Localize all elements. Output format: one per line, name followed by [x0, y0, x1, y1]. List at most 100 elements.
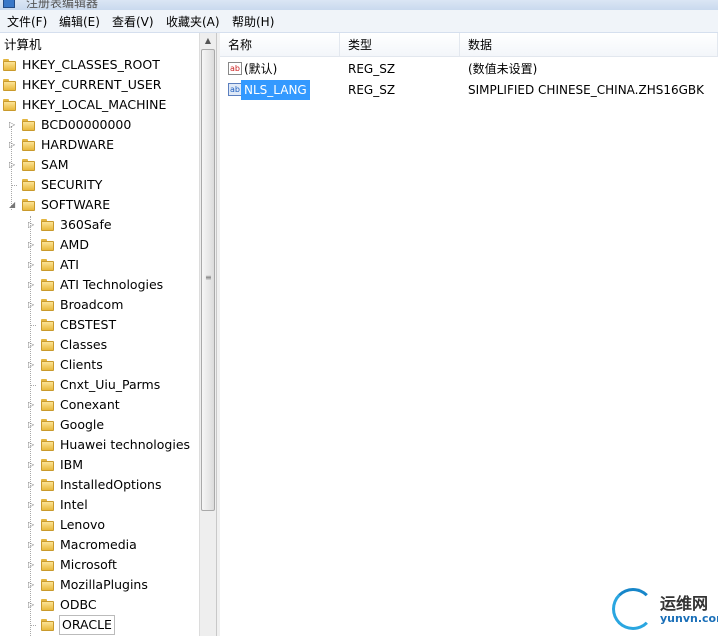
collapsed-arrow-icon[interactable]: ▷ [28, 536, 34, 554]
scrollbar-thumb[interactable]: ≡ [201, 49, 215, 511]
tree-key-label: AMD [60, 237, 89, 252]
string-value-icon: ab [228, 62, 242, 75]
tree-key[interactable]: ▷ Conexant [0, 396, 199, 414]
collapsed-arrow-icon[interactable]: ▷ [28, 456, 34, 474]
tree-scrollbar[interactable]: ▲ ≡ [199, 33, 216, 636]
tree-key[interactable]: ▷ BCD00000000 [0, 116, 199, 134]
collapsed-arrow-icon[interactable]: ▷ [28, 356, 34, 374]
collapsed-arrow-icon[interactable]: ▷ [28, 416, 34, 434]
watermark-logo: 运维网 yunvn.com [608, 586, 718, 636]
value-name: NLS_LANG [241, 80, 310, 100]
tree-key[interactable]: ▷ InstalledOptions [0, 476, 199, 494]
tree-key[interactable]: Cnxt_Uiu_Parms [0, 376, 199, 394]
tree-guide-line [30, 625, 36, 626]
value-type: REG_SZ [348, 62, 396, 76]
collapsed-arrow-icon[interactable]: ▷ [28, 476, 34, 494]
menu-file[interactable]: 文件(F) [7, 13, 47, 30]
collapsed-arrow-icon[interactable]: ▷ [28, 436, 34, 454]
tree-key-label: HKEY_CURRENT_USER [22, 77, 162, 92]
tree-key-label: SECURITY [41, 177, 103, 192]
collapsed-arrow-icon[interactable]: ▷ [28, 276, 34, 294]
tree-key-label: IBM [60, 457, 84, 472]
folder-icon [3, 79, 16, 91]
tree-key[interactable]: ▷ SAM [0, 156, 199, 174]
tree-key[interactable]: ORACLE [0, 615, 199, 635]
collapsed-arrow-icon[interactable]: ▷ [28, 596, 34, 614]
tree-key[interactable]: ▷ ATI [0, 256, 199, 274]
tree-key[interactable]: ▷ ODBC [0, 596, 199, 614]
folder-icon [41, 319, 54, 331]
collapsed-arrow-icon[interactable]: ▷ [28, 396, 34, 414]
tree-key[interactable]: ▷ Intel [0, 496, 199, 514]
folder-icon [41, 459, 54, 471]
menu-favorites[interactable]: 收藏夹(A) [166, 13, 220, 30]
tree-root-computer[interactable]: 计算机 [0, 36, 199, 54]
collapsed-arrow-icon[interactable]: ▷ [28, 576, 34, 594]
menu-bar: 文件(F) 编辑(E) 查看(V) 收藏夹(A) 帮助(H) [0, 10, 718, 33]
folder-icon [41, 259, 54, 271]
folder-icon [41, 599, 54, 611]
expanded-arrow-icon[interactable]: ◢ [9, 196, 15, 214]
column-header-name[interactable]: 名称 [220, 33, 340, 57]
collapsed-arrow-icon[interactable]: ▷ [28, 336, 34, 354]
scroll-up-arrow-icon[interactable]: ▲ [200, 33, 216, 49]
tree-key[interactable]: ▷ Google [0, 416, 199, 434]
collapsed-arrow-icon[interactable]: ▷ [9, 156, 15, 174]
folder-icon [41, 519, 54, 531]
collapsed-arrow-icon[interactable]: ▷ [9, 136, 15, 154]
tree-guide-line [30, 385, 36, 386]
collapsed-arrow-icon[interactable]: ▷ [28, 296, 34, 314]
menu-view[interactable]: 查看(V) [112, 13, 154, 30]
collapsed-arrow-icon[interactable]: ▷ [28, 236, 34, 254]
collapsed-arrow-icon[interactable]: ▷ [28, 516, 34, 534]
tree-key[interactable]: ▷ IBM [0, 456, 199, 474]
tree-key[interactable]: HKEY_CLASSES_ROOT [0, 56, 199, 74]
menu-help[interactable]: 帮助(H) [232, 13, 274, 30]
value-data: SIMPLIFIED CHINESE_CHINA.ZHS16GBK [468, 83, 705, 97]
collapsed-arrow-icon[interactable]: ▷ [28, 496, 34, 514]
tree-key[interactable]: ▷ AMD [0, 236, 199, 254]
folder-icon [41, 579, 54, 591]
tree-key[interactable]: ▷ Macromedia [0, 536, 199, 554]
collapsed-arrow-icon[interactable]: ▷ [9, 116, 15, 134]
tree-root-label: 计算机 [4, 37, 42, 52]
watermark-text: 运维网 [660, 594, 709, 613]
tree-key[interactable]: ▷ Microsoft [0, 556, 199, 574]
tree-key[interactable]: ▷ HARDWARE [0, 136, 199, 154]
tree-key[interactable]: ▷ Classes [0, 336, 199, 354]
tree-key-label: Classes [60, 337, 108, 352]
folder-icon [41, 479, 54, 491]
watermark-url: yunvn.com [660, 612, 718, 625]
tree-key[interactable]: ◢ SOFTWARE [0, 196, 199, 214]
key-tree[interactable]: 计算机 HKEY_CLASSES_ROOT HKEY_CURRENT_USER HK… [0, 33, 199, 636]
tree-key[interactable]: ▷ Broadcom [0, 296, 199, 314]
tree-key[interactable]: SECURITY [0, 176, 199, 194]
tree-key-label: ODBC [60, 597, 97, 612]
tree-key[interactable]: ▷ ATI Technologies [0, 276, 199, 294]
folder-icon [41, 499, 54, 511]
tree-key[interactable]: ▷ 360Safe [0, 216, 199, 234]
menu-edit[interactable]: 编辑(E) [59, 13, 100, 30]
collapsed-arrow-icon[interactable]: ▷ [28, 256, 34, 274]
tree-key-label: Microsoft [60, 557, 117, 572]
column-header-data[interactable]: 数据 [460, 33, 718, 57]
collapsed-arrow-icon[interactable]: ▷ [28, 556, 34, 574]
tree-key[interactable]: ▷ MozillaPlugins [0, 576, 199, 594]
tree-key[interactable]: ▷ Lenovo [0, 516, 199, 534]
folder-icon [41, 219, 54, 231]
values-list[interactable]: 名称 类型 数据 ab (默认) REG_SZ (数值未设置) ab NLS_L… [220, 33, 718, 636]
folder-icon [41, 379, 54, 391]
value-data: (数值未设置) [468, 62, 538, 76]
tree-key[interactable]: HKEY_LOCAL_MACHINE [0, 96, 199, 114]
logo-swirl-icon [612, 588, 654, 630]
tree-key-label: Broadcom [60, 297, 124, 312]
tree-key[interactable]: HKEY_CURRENT_USER [0, 76, 199, 94]
tree-key[interactable]: ▷ Huawei technologies [0, 436, 199, 454]
regedit-icon [3, 0, 15, 8]
column-header-type[interactable]: 类型 [340, 33, 460, 57]
value-row[interactable]: ab (默认) REG_SZ (数值未设置) [220, 59, 718, 79]
value-row-selected[interactable]: ab NLS_LANG REG_SZ SIMPLIFIED CHINESE_CH… [220, 80, 718, 100]
tree-key[interactable]: ▷ Clients [0, 356, 199, 374]
tree-key[interactable]: CBSTEST [0, 316, 199, 334]
collapsed-arrow-icon[interactable]: ▷ [28, 216, 34, 234]
